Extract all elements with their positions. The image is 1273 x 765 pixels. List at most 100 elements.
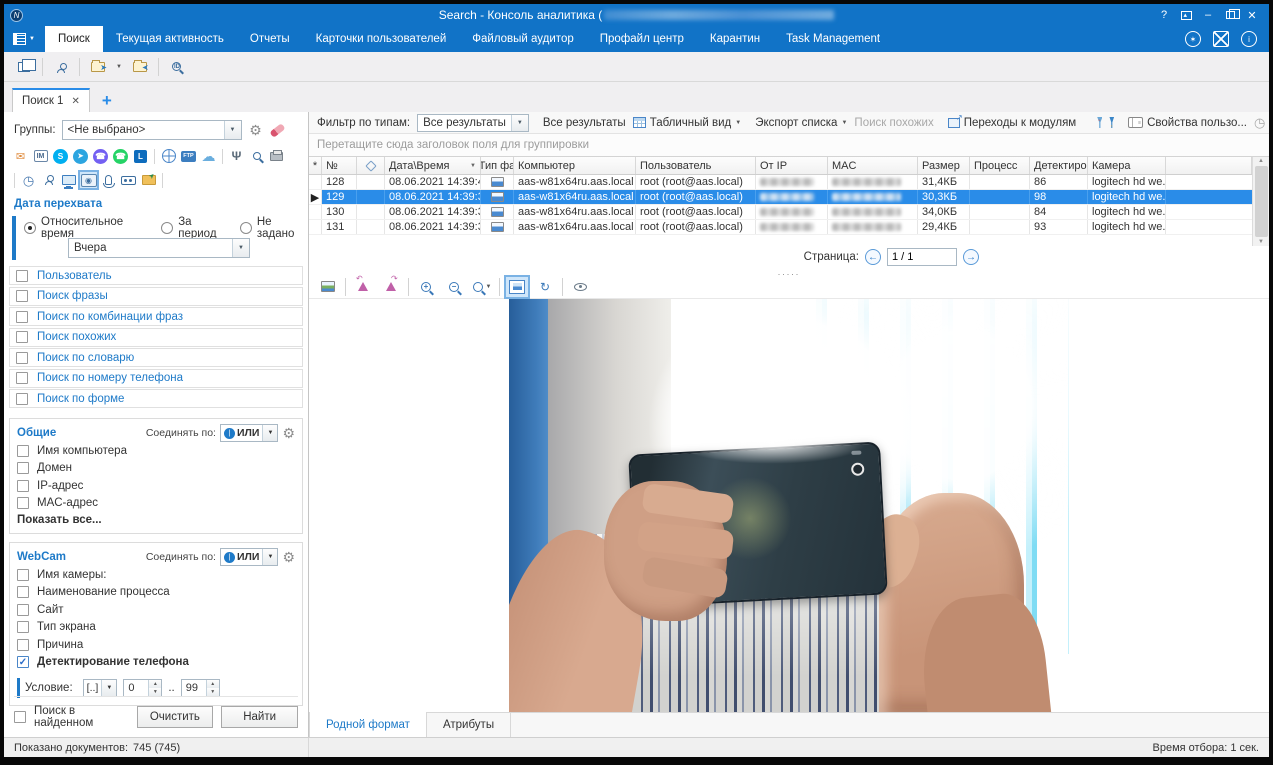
menu-item-reports[interactable]: Отчеты bbox=[237, 26, 303, 52]
cascade-windows-button[interactable] bbox=[12, 56, 36, 78]
viber-filter-icon[interactable]: ☎ bbox=[92, 148, 109, 164]
filter-box-phrase-search[interactable]: Поиск фразы bbox=[9, 287, 303, 306]
import-query-button[interactable]: ➤ bbox=[128, 56, 152, 78]
checkbox[interactable] bbox=[17, 497, 29, 509]
ftp-filter-icon[interactable]: FTP bbox=[180, 148, 197, 164]
checkbox[interactable] bbox=[17, 604, 29, 616]
webcam-reason-row[interactable]: Причина bbox=[17, 636, 295, 654]
restore-button[interactable] bbox=[1221, 7, 1239, 23]
col-datetime[interactable]: Дата\Время▼ bbox=[385, 157, 481, 174]
chevron-down-icon[interactable]: ▼ bbox=[101, 680, 116, 696]
chevron-down-icon[interactable]: ▼ bbox=[224, 121, 241, 139]
chevron-down-icon[interactable]: ▼ bbox=[262, 425, 277, 441]
show-all-link[interactable]: Показать все... bbox=[17, 514, 295, 526]
app-menu-button[interactable]: ▼ bbox=[4, 26, 45, 52]
find-button[interactable]: Найти bbox=[221, 706, 298, 728]
filter-box-phone-number-search[interactable]: Поиск по номеру телефона bbox=[9, 369, 303, 388]
minimize-button[interactable]: – bbox=[1199, 7, 1217, 23]
page-input[interactable] bbox=[887, 248, 957, 266]
webcam-process-name-row[interactable]: Наименование процесса bbox=[17, 584, 295, 602]
add-tab-button[interactable]: + bbox=[102, 90, 112, 112]
table-scrollbar[interactable]: ▲ ▼ bbox=[1252, 157, 1269, 246]
zoom-out-button[interactable]: − bbox=[443, 277, 465, 297]
checkbox[interactable] bbox=[16, 311, 28, 323]
scrollbar-thumb[interactable] bbox=[1255, 166, 1268, 237]
common-domain-row[interactable]: Домен bbox=[17, 460, 295, 478]
dock-window-button[interactable] bbox=[1177, 7, 1195, 23]
relative-time-select[interactable]: Вчера ▼ bbox=[68, 238, 250, 258]
webcam-filter-icon-selected[interactable]: ◉ bbox=[80, 172, 97, 188]
menu-item-current-activity[interactable]: Текущая активность bbox=[103, 26, 237, 52]
common-computer-name-row[interactable]: Имя компьютера bbox=[17, 442, 295, 460]
clear-filter-icon[interactable] bbox=[1097, 117, 1102, 128]
checkbox[interactable] bbox=[17, 621, 29, 633]
prev-page-button[interactable]: ← bbox=[865, 249, 881, 265]
col-computer[interactable]: Компьютер bbox=[514, 157, 636, 174]
user-search-button[interactable] bbox=[49, 56, 73, 78]
webcam-join-select[interactable]: | ИЛИ ▼ bbox=[220, 548, 278, 566]
rotate-left-button[interactable] bbox=[352, 277, 374, 297]
whatsapp-filter-icon[interactable]: ☎ bbox=[112, 148, 129, 164]
webcam-phone-detection-row[interactable]: ✓Детектирование телефона bbox=[17, 654, 295, 672]
checkbox[interactable] bbox=[16, 270, 28, 282]
folder-transfer-filter-icon[interactable] bbox=[140, 172, 157, 188]
filter-box-form-search[interactable]: Поиск по форме bbox=[9, 389, 303, 408]
http-filter-icon[interactable] bbox=[160, 148, 177, 164]
close-button[interactable]: ✕ bbox=[1243, 7, 1261, 23]
checkbox-checked[interactable]: ✓ bbox=[17, 656, 29, 668]
common-mac-row[interactable]: MAC-адрес bbox=[17, 495, 295, 513]
info-icon[interactable]: i bbox=[1241, 31, 1257, 47]
usb-filter-icon[interactable]: Ψ bbox=[228, 148, 245, 164]
stepper-arrows[interactable]: ▲▼ bbox=[148, 680, 161, 696]
common-join-select[interactable]: | ИЛИ ▼ bbox=[220, 424, 278, 442]
col-size[interactable]: Размер bbox=[918, 157, 970, 174]
menu-item-search[interactable]: Поиск bbox=[45, 26, 103, 52]
chevron-down-icon[interactable]: ▼ bbox=[232, 239, 249, 257]
chevron-down-icon[interactable]: ▼ bbox=[116, 64, 122, 70]
telegram-filter-icon[interactable]: ➤ bbox=[72, 148, 89, 164]
zoom-in-button[interactable]: + bbox=[415, 277, 437, 297]
col-ip[interactable]: От IP bbox=[756, 157, 828, 174]
device-search-filter-icon[interactable] bbox=[248, 148, 265, 164]
col-detected[interactable]: Детектирова bbox=[1030, 157, 1088, 174]
menu-item-file-auditor[interactable]: Файловый аудитор bbox=[459, 26, 587, 52]
tab-native-format[interactable]: Родной формат bbox=[309, 712, 427, 737]
help-button[interactable]: ? bbox=[1155, 7, 1173, 23]
menu-item-quarantine[interactable]: Карантин bbox=[697, 26, 773, 52]
range-from-stepper[interactable]: 0 ▲▼ bbox=[123, 679, 162, 697]
close-tab-icon[interactable]: ✕ bbox=[71, 96, 79, 107]
search-tab[interactable]: Поиск 1 ✕ bbox=[12, 88, 90, 112]
common-settings-gear-icon[interactable]: ⚙ bbox=[282, 426, 295, 440]
webcam-screen-type-row[interactable]: Тип экрана bbox=[17, 619, 295, 637]
checkbox[interactable] bbox=[16, 352, 28, 364]
stepper-arrows[interactable]: ▲▼ bbox=[206, 680, 219, 696]
checkbox[interactable] bbox=[16, 372, 28, 384]
preview-eye-button[interactable] bbox=[569, 277, 591, 297]
splitter-handle[interactable]: ..... bbox=[309, 268, 1269, 275]
col-num[interactable]: № bbox=[322, 157, 357, 174]
rotate-right-button[interactable] bbox=[380, 277, 402, 297]
webcam-settings-gear-icon[interactable]: ⚙ bbox=[282, 550, 295, 564]
webcam-site-row[interactable]: Сайт bbox=[17, 601, 295, 619]
checkbox[interactable] bbox=[16, 331, 28, 343]
save-image-button[interactable] bbox=[317, 277, 339, 297]
monitor-filter-icon[interactable] bbox=[60, 172, 77, 188]
table-row-selected[interactable]: ▶ 129 08.06.2021 14:39:38 aas-w81x64ru.a… bbox=[309, 190, 1252, 205]
export-list-button[interactable]: Экспорт списка▼ bbox=[755, 117, 847, 129]
menu-item-profile-center[interactable]: Профайл центр bbox=[587, 26, 697, 52]
common-ip-row[interactable]: IP-адрес bbox=[17, 477, 295, 495]
checkbox[interactable] bbox=[16, 290, 28, 302]
edit-filter-icon[interactable] bbox=[1109, 117, 1114, 128]
user-activity-filter-icon[interactable] bbox=[40, 172, 57, 188]
table-row[interactable]: 131 08.06.2021 14:39:33 aas-w81x64ru.aas… bbox=[309, 220, 1252, 235]
scroll-down-icon[interactable]: ▼ bbox=[1258, 239, 1264, 245]
col-tag[interactable] bbox=[357, 157, 385, 174]
microphone-filter-icon[interactable] bbox=[100, 172, 117, 188]
table-row[interactable]: 128 08.06.2021 14:39:41 aas-w81x64ru.aas… bbox=[309, 175, 1252, 190]
col-user[interactable]: Пользователь bbox=[636, 157, 756, 174]
type-filter-select[interactable]: Все результаты ▼ bbox=[417, 114, 529, 132]
col-mac[interactable]: MAC bbox=[828, 157, 918, 174]
menu-item-user-cards[interactable]: Карточки пользователей bbox=[303, 26, 460, 52]
id-search-button[interactable]: ID bbox=[165, 56, 189, 78]
menu-item-task-management[interactable]: Task Management bbox=[773, 26, 893, 52]
